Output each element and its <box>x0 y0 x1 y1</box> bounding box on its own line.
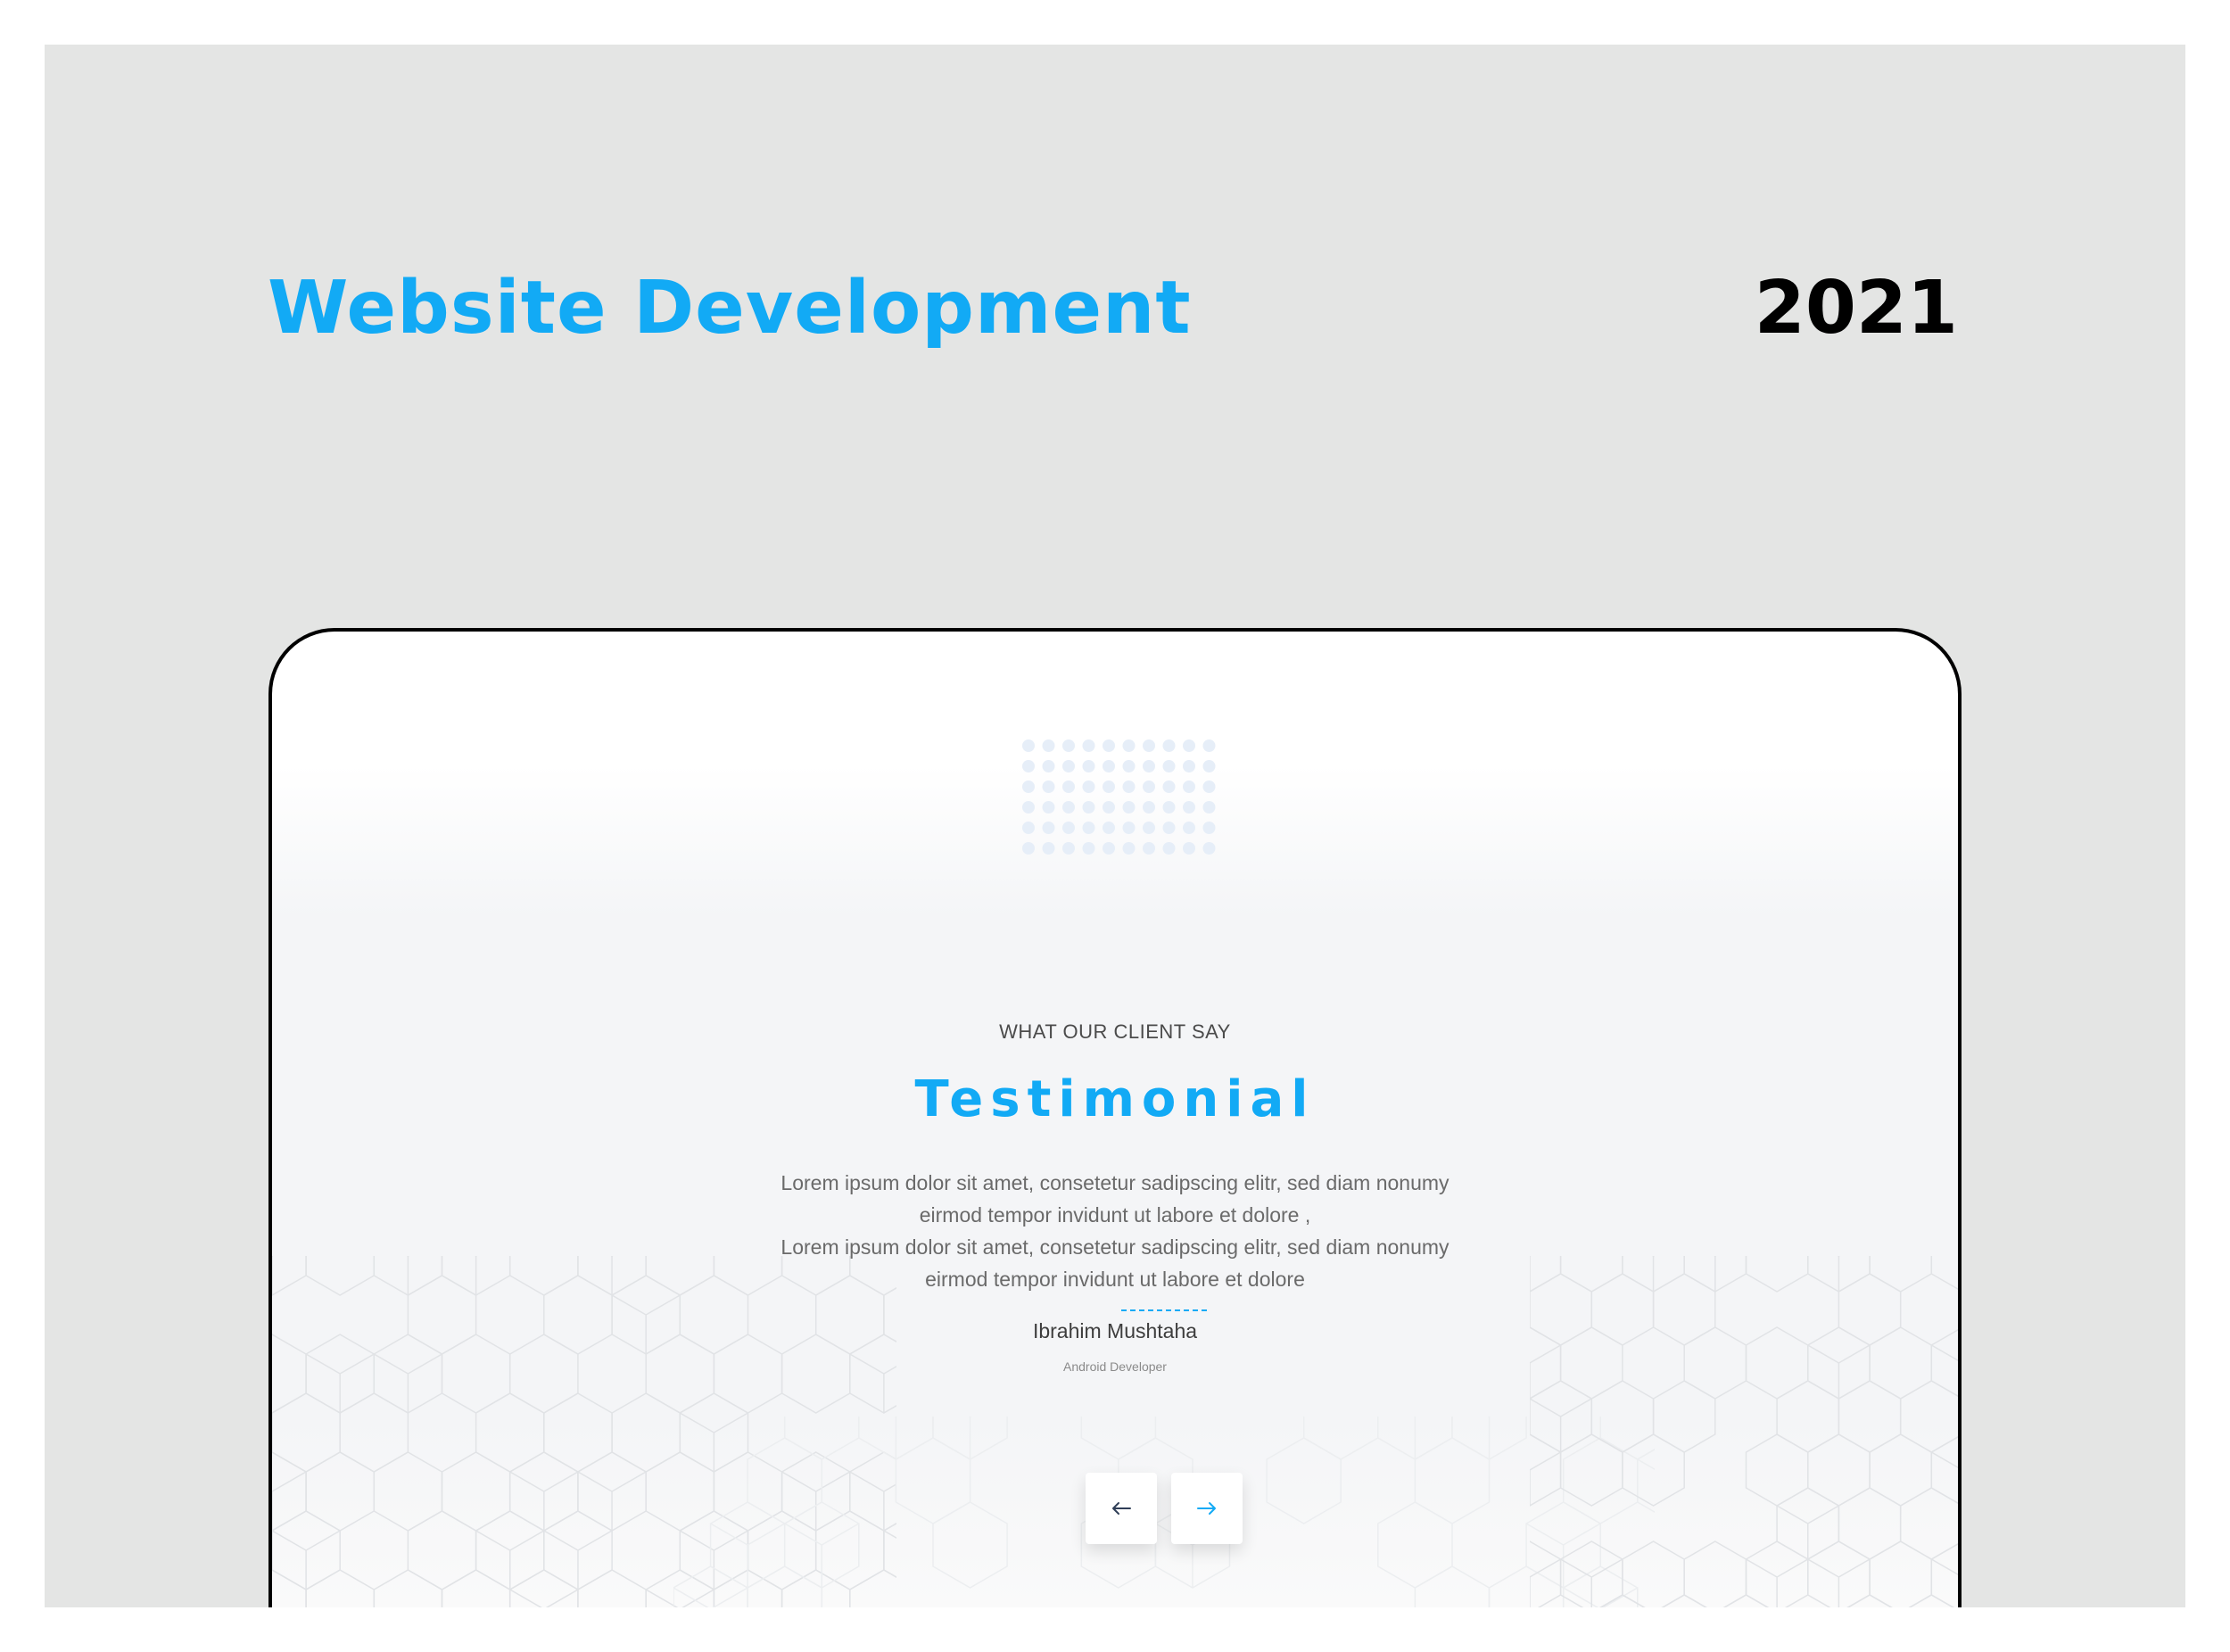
presentation-canvas: Website Development 2021 WHAT OUR CLIENT… <box>45 45 2185 1607</box>
testimonial-quote: Lorem ipsum dolor sit amet, consetetur s… <box>272 1167 1958 1295</box>
quote-line: Lorem ipsum dolor sit amet, consetetur s… <box>780 1171 1450 1194</box>
quote-line: eirmod tempor invidunt ut labore et dolo… <box>925 1268 1305 1291</box>
section-eyebrow: WHAT OUR CLIENT SAY <box>999 1020 1231 1043</box>
project-year: 2021 <box>1754 266 1958 351</box>
previous-button[interactable] <box>1086 1473 1157 1544</box>
next-button[interactable] <box>1171 1473 1243 1544</box>
hexagon-pattern-right <box>1530 1256 1958 1607</box>
device-frame: WHAT OUR CLIENT SAY Testimonial Lorem ip… <box>268 628 1962 1607</box>
section-title: Testimonial <box>914 1070 1316 1128</box>
hexagon-pattern-bottom <box>673 1417 1655 1607</box>
quote-line: eirmod tempor invidunt ut labore et dolo… <box>919 1203 1311 1227</box>
author-divider <box>1121 1309 1207 1311</box>
author-role: Android Developer <box>1063 1359 1167 1374</box>
author-name: Ibrahim Mushtaha <box>1032 1319 1198 1342</box>
dot-pattern-decoration <box>1022 739 1216 855</box>
project-title: Website Development <box>268 266 1192 351</box>
arrow-left-icon <box>1112 1502 1131 1515</box>
quote-line: Lorem ipsum dolor sit amet, consetetur s… <box>780 1235 1450 1259</box>
arrow-right-icon <box>1197 1502 1216 1515</box>
